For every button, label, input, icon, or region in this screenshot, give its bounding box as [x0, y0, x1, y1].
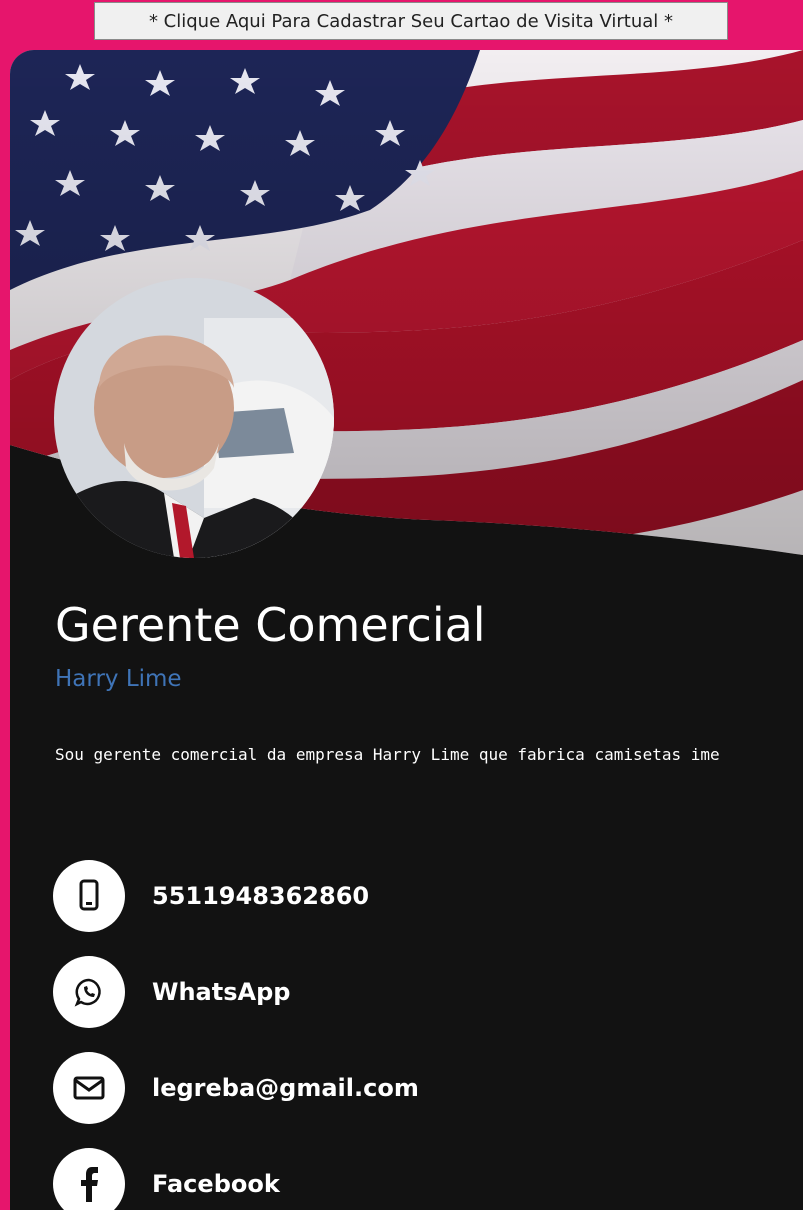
profile-bio: Sou gerente comercial da empresa Harry L… [55, 745, 720, 764]
facebook-icon [53, 1148, 125, 1210]
contact-facebook[interactable]: Facebook [53, 1148, 280, 1210]
contact-email[interactable]: legreba@gmail.com [53, 1052, 419, 1124]
whatsapp-icon [53, 956, 125, 1028]
register-card-banner[interactable]: * Clique Aqui Para Cadastrar Seu Cartao … [94, 2, 728, 40]
contact-whatsapp-label: WhatsApp [152, 978, 291, 1006]
contact-phone[interactable]: 5511948362860 [53, 860, 369, 932]
business-card: Gerente Comercial Harry Lime Sou gerente… [10, 50, 803, 1210]
profile-avatar [54, 278, 334, 558]
phone-icon [53, 860, 125, 932]
email-icon [53, 1052, 125, 1124]
contact-facebook-label: Facebook [152, 1170, 280, 1198]
profile-name: Harry Lime [55, 666, 182, 692]
contact-phone-label: 5511948362860 [152, 882, 370, 910]
contact-email-label: legreba@gmail.com [152, 1074, 419, 1102]
job-title: Gerente Comercial [55, 598, 486, 652]
contact-whatsapp[interactable]: WhatsApp [53, 956, 290, 1028]
